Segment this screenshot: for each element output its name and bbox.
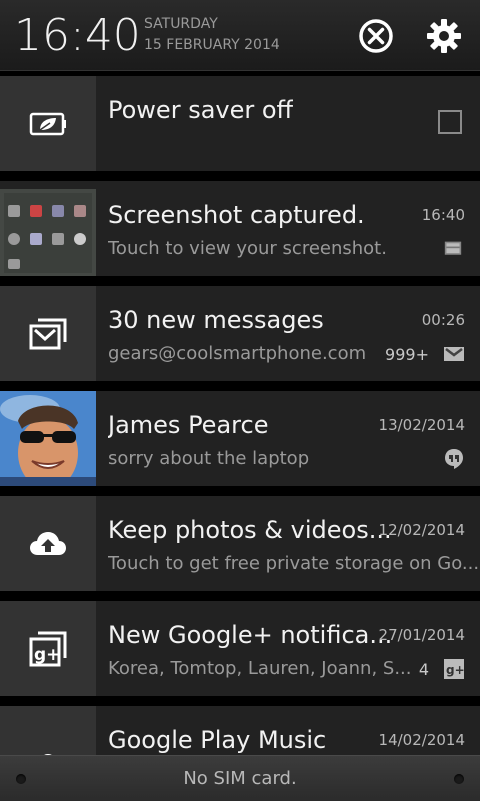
message-count: 999+: [385, 345, 429, 364]
gmail-stack-icon: [29, 318, 67, 349]
notification-gmail[interactable]: 30 new messages gears@coolsmartphone.com…: [0, 286, 480, 381]
clock: 16:40: [14, 10, 141, 61]
notification-power-saver[interactable]: Power saver off: [0, 76, 480, 171]
notification-play-music[interactable]: Google Play Music 14/02/2014: [0, 706, 480, 755]
notification-time: 12/02/2014: [378, 521, 465, 539]
notification-header: 16:40 SATURDAY 15 FEBRUARY 2014: [0, 0, 480, 71]
sim-status-bar: No SIM card.: [0, 755, 480, 801]
notification-time: 13/02/2014: [378, 416, 465, 434]
gear-icon: [427, 19, 461, 53]
google-plus-stack-icon: g+: [29, 631, 67, 666]
google-plus-icon: g+: [444, 659, 465, 679]
contact-avatar: [0, 391, 96, 486]
notification-icon-box: [0, 76, 96, 171]
clear-all-button[interactable]: [356, 16, 396, 56]
svg-text:g+: g+: [446, 663, 465, 677]
gmail-icon: [444, 347, 464, 361]
notification-title: Keep photos & videos...: [108, 516, 392, 544]
notification-title: New Google+ notifica...: [108, 621, 393, 649]
avatar-photo: [0, 391, 96, 486]
notification-screenshot[interactable]: Screenshot captured. Touch to view your …: [0, 181, 480, 276]
notification-title: Power saver off: [108, 96, 294, 124]
day-of-week: SATURDAY: [144, 16, 218, 32]
notification-subtitle: Korea, Tomtop, Lauren, Joann, S...: [108, 658, 412, 679]
settings-button[interactable]: [424, 16, 464, 56]
close-circle-icon: [359, 19, 393, 53]
notification-google-plus[interactable]: g+ New Google+ notifica... Korea, Tomtop…: [0, 601, 480, 696]
notification-subtitle: gears@coolsmartphone.com: [108, 343, 367, 364]
notification-time: 00:26: [421, 311, 465, 329]
notification-title: Screenshot captured.: [108, 201, 365, 229]
svg-text:g+: g+: [34, 645, 60, 665]
notification-subtitle: Touch to get free private storage on Go.…: [108, 553, 480, 574]
notification-title: James Pearce: [108, 411, 269, 439]
notification-subtitle: sorry about the laptop: [108, 448, 310, 469]
image-icon: [444, 241, 462, 255]
notification-count: 4: [418, 660, 429, 679]
notification-title: 30 new messages: [108, 306, 324, 334]
notification-icon-box: [0, 706, 96, 755]
sim-status-text: No SIM card.: [183, 768, 297, 789]
notification-title: Google Play Music: [108, 726, 327, 754]
hangouts-icon: [445, 449, 463, 469]
power-saver-checkbox[interactable]: [438, 110, 462, 134]
cloud-upload-icon: [30, 531, 66, 555]
notification-time: 27/01/2014: [378, 626, 465, 644]
notification-hangouts[interactable]: James Pearce sorry about the laptop 13/0…: [0, 391, 480, 486]
notification-time: 14/02/2014: [378, 731, 465, 749]
notification-icon-box: g+: [0, 601, 96, 696]
notification-photo-backup[interactable]: Keep photos & videos... Touch to get fre…: [0, 496, 480, 591]
power-saver-leaf-icon: [29, 112, 66, 135]
notification-icon-box: [0, 286, 96, 381]
date-label: 15 FEBRUARY 2014: [144, 37, 280, 53]
bar-dot-right: [454, 774, 464, 784]
screenshot-thumbnail-image: [0, 181, 96, 276]
notification-icon-box: [0, 496, 96, 591]
notification-time: 16:40: [421, 206, 465, 224]
date-block: SATURDAY 15 FEBRUARY 2014: [144, 15, 280, 55]
notification-subtitle: Touch to view your screenshot.: [108, 238, 387, 259]
screenshot-thumbnail: [0, 181, 96, 276]
